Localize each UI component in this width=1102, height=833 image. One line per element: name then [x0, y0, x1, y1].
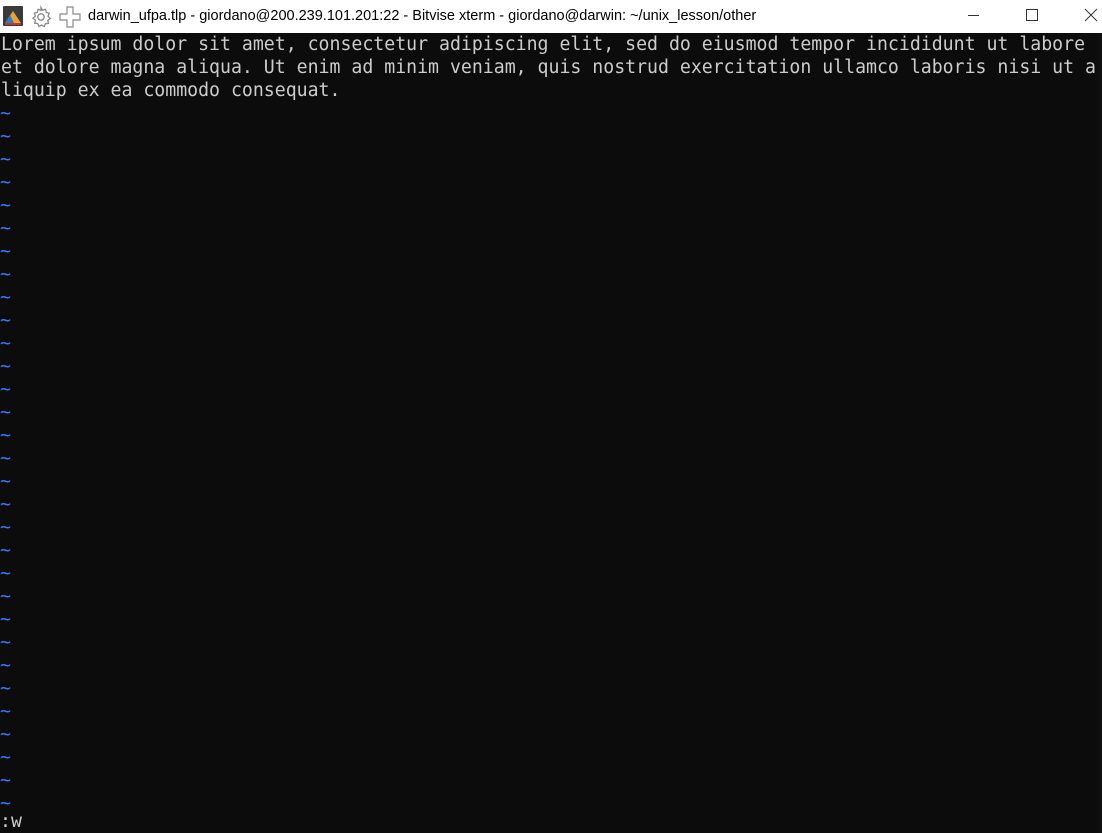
empty-line-marker: ~ [0, 494, 11, 515]
empty-line-marker: ~ [0, 379, 11, 400]
empty-line-marker: ~ [0, 402, 11, 423]
text-line: Lorem ipsum dolor sit amet, consectetur … [1, 34, 1086, 55]
maximize-icon [1026, 9, 1038, 21]
empty-line-marker: ~ [0, 540, 11, 561]
empty-line-marker: ~ [0, 310, 11, 331]
empty-line-marker: ~ [0, 632, 11, 653]
empty-line-marker: ~ [0, 678, 11, 699]
new-terminal-icon[interactable] [58, 5, 82, 29]
empty-line-marker: ~ [0, 517, 11, 538]
empty-line-marker: ~ [0, 287, 11, 308]
terminal-screen[interactable]: Lorem ipsum dolor sit amet, consectetur … [0, 33, 1102, 833]
empty-line-marker: ~ [0, 770, 11, 791]
empty-line-marker: ~ [0, 448, 11, 469]
close-button[interactable] [1066, 0, 1102, 31]
minimize-icon [968, 15, 979, 16]
gear-icon[interactable] [29, 4, 53, 29]
empty-line-marker: ~ [0, 724, 11, 745]
bitvise-app-icon[interactable] [2, 5, 24, 27]
empty-line-marker: ~ [0, 218, 11, 239]
empty-line-marker: ~ [0, 356, 11, 377]
text-line: et dolore magna aliqua. Ut enim ad minim… [1, 57, 1096, 78]
command-line[interactable]: :w [0, 810, 22, 833]
empty-line-marker: ~ [0, 149, 11, 170]
empty-line-marker: ~ [0, 747, 11, 768]
empty-line-marker: ~ [0, 655, 11, 676]
empty-line-marker: ~ [0, 609, 11, 630]
empty-line-marker: ~ [0, 586, 11, 607]
empty-line-marker: ~ [0, 471, 11, 492]
minimize-button[interactable] [951, 0, 997, 31]
empty-line-marker: ~ [0, 195, 11, 216]
empty-line-marker: ~ [0, 103, 11, 124]
close-icon [1084, 8, 1098, 22]
empty-line-marker: ~ [0, 126, 11, 147]
text-line: liquip ex ea commodo consequat. [1, 80, 341, 101]
empty-line-marker: ~ [0, 172, 11, 193]
empty-line-marker: ~ [0, 701, 11, 722]
window-title: darwin_ufpa.tlp - giordano@200.239.101.2… [88, 8, 757, 24]
empty-line-marker: ~ [0, 563, 11, 584]
empty-line-marker: ~ [0, 425, 11, 446]
empty-line-marker: ~ [0, 241, 11, 262]
empty-line-marker: ~ [0, 333, 11, 354]
empty-line-marker: ~ [0, 264, 11, 285]
window-titlebar: darwin_ufpa.tlp - giordano@200.239.101.2… [0, 0, 1102, 33]
maximize-button[interactable] [1010, 0, 1056, 31]
